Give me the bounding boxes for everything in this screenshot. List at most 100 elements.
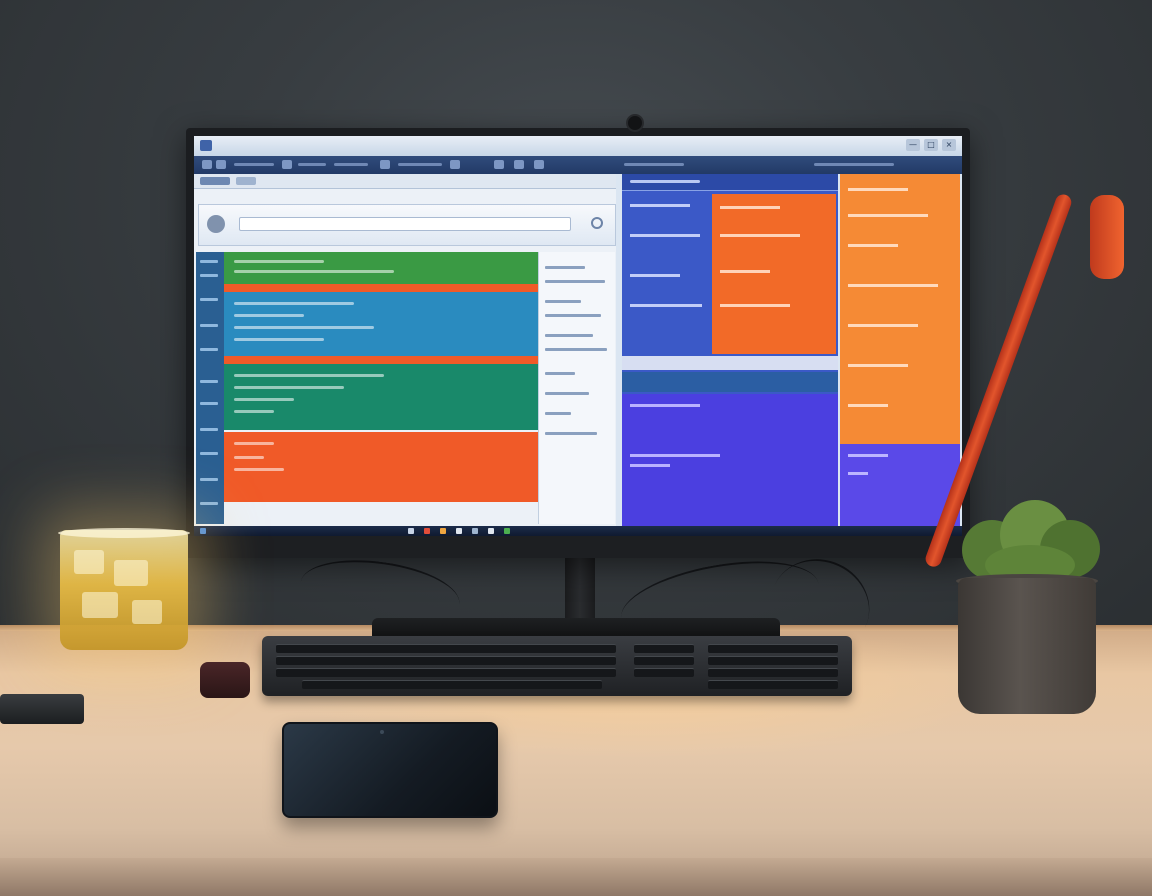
- window-titlebar[interactable]: — □ ×: [194, 136, 962, 157]
- tab[interactable]: [236, 177, 256, 185]
- sidebar-item[interactable]: [200, 428, 218, 431]
- sidebar-item[interactable]: [200, 502, 218, 505]
- ice-cube: [114, 560, 148, 586]
- toolbar-item[interactable]: [298, 163, 326, 166]
- toolbar-button[interactable]: [216, 160, 226, 169]
- indigo-panel[interactable]: [622, 394, 838, 526]
- text-line: [630, 234, 700, 237]
- sidebar-item[interactable]: [200, 478, 218, 481]
- maximize-button[interactable]: □: [924, 139, 938, 151]
- text-line: [630, 464, 670, 467]
- text-line: [234, 374, 384, 377]
- sidebar-item[interactable]: [200, 274, 218, 277]
- list-item[interactable]: [545, 314, 601, 317]
- text-line: [234, 270, 394, 273]
- settings-icon[interactable]: [591, 217, 603, 229]
- key-cluster: [634, 644, 694, 653]
- results-band-blue[interactable]: [224, 292, 538, 356]
- list-item[interactable]: [545, 412, 571, 415]
- sidebar-item[interactable]: [200, 380, 218, 383]
- start-icon[interactable]: [200, 528, 206, 534]
- results-band-orange[interactable]: [224, 432, 538, 502]
- sidebar-item[interactable]: [200, 402, 218, 405]
- right-panel: [840, 174, 960, 526]
- numpad-row: [708, 668, 838, 677]
- toolbar-button[interactable]: [380, 160, 390, 169]
- toolbar-button[interactable]: [202, 160, 212, 169]
- text-line: [720, 234, 800, 237]
- text-line: [848, 364, 908, 367]
- text-line: [720, 270, 770, 273]
- text-line: [848, 244, 898, 247]
- text-line: [848, 284, 938, 287]
- sidebar-item[interactable]: [200, 260, 218, 263]
- sidebar-item[interactable]: [200, 452, 218, 455]
- portable-drive: [0, 694, 84, 724]
- text-line: [234, 456, 264, 459]
- pane-header: [194, 174, 616, 189]
- minimize-button[interactable]: —: [906, 139, 920, 151]
- sidebar-item[interactable]: [200, 298, 218, 301]
- key-cluster: [634, 668, 694, 677]
- keyboard: [262, 636, 852, 696]
- window-controls: — □ ×: [906, 139, 956, 151]
- list-item[interactable]: [545, 392, 589, 395]
- toolbar-button[interactable]: [494, 160, 504, 169]
- taskbar-app-icon[interactable]: [488, 528, 494, 534]
- sidebar-item[interactable]: [200, 324, 218, 327]
- results-band-teal[interactable]: [224, 364, 538, 430]
- toolbar-item[interactable]: [334, 163, 368, 166]
- taskbar-app-icon[interactable]: [408, 528, 414, 534]
- key-row: [276, 644, 616, 653]
- toolbar-button[interactable]: [282, 160, 292, 169]
- toolbar-button[interactable]: [450, 160, 460, 169]
- toolbar-item[interactable]: [814, 163, 894, 166]
- results-band-green[interactable]: [224, 252, 538, 284]
- list-item[interactable]: [545, 348, 607, 351]
- center-panel-header: [622, 174, 838, 191]
- desk-front: [0, 858, 1152, 896]
- toolbar-button[interactable]: [534, 160, 544, 169]
- key-row: [302, 680, 602, 689]
- text-line: [234, 338, 324, 341]
- list-item[interactable]: [545, 372, 575, 375]
- taskbar-app-icon[interactable]: [424, 528, 430, 534]
- text-line: [848, 188, 908, 191]
- list-item[interactable]: [545, 300, 581, 303]
- text-line: [630, 404, 700, 407]
- toolbar-button[interactable]: [514, 160, 524, 169]
- taskbar-app-icon[interactable]: [504, 528, 510, 534]
- orange-card[interactable]: [712, 194, 836, 354]
- query-panel: [198, 204, 616, 246]
- monitor-stand-base: [372, 618, 780, 638]
- numpad-row: [708, 656, 838, 665]
- ice-cube: [82, 592, 118, 618]
- taskbar-app-icon[interactable]: [440, 528, 446, 534]
- text-line: [848, 214, 928, 217]
- list-item[interactable]: [545, 280, 605, 283]
- taskbar-app-icon[interactable]: [456, 528, 462, 534]
- text-line: [720, 304, 790, 307]
- plant-pot: [958, 578, 1096, 714]
- header-line: [630, 180, 700, 183]
- list-item[interactable]: [545, 432, 597, 435]
- results-divider-orange: [224, 356, 538, 364]
- monitor-screen: — □ ×: [194, 136, 962, 536]
- ice-cube: [74, 550, 104, 574]
- tab[interactable]: [200, 177, 230, 185]
- list-item[interactable]: [545, 266, 585, 269]
- key-cluster: [634, 656, 694, 665]
- toolbar-item[interactable]: [234, 163, 274, 166]
- ice-cube: [132, 600, 162, 624]
- text-line: [848, 454, 888, 457]
- sidebar-item[interactable]: [200, 348, 218, 351]
- taskbar-app-icon[interactable]: [472, 528, 478, 534]
- toolbar-item[interactable]: [624, 163, 684, 166]
- toolbar-item[interactable]: [398, 163, 442, 166]
- search-input[interactable]: [239, 217, 571, 231]
- text-line: [234, 442, 274, 445]
- center-panel: [622, 174, 838, 526]
- results-divider-orange: [224, 284, 538, 292]
- list-item[interactable]: [545, 334, 593, 337]
- close-button[interactable]: ×: [942, 139, 956, 151]
